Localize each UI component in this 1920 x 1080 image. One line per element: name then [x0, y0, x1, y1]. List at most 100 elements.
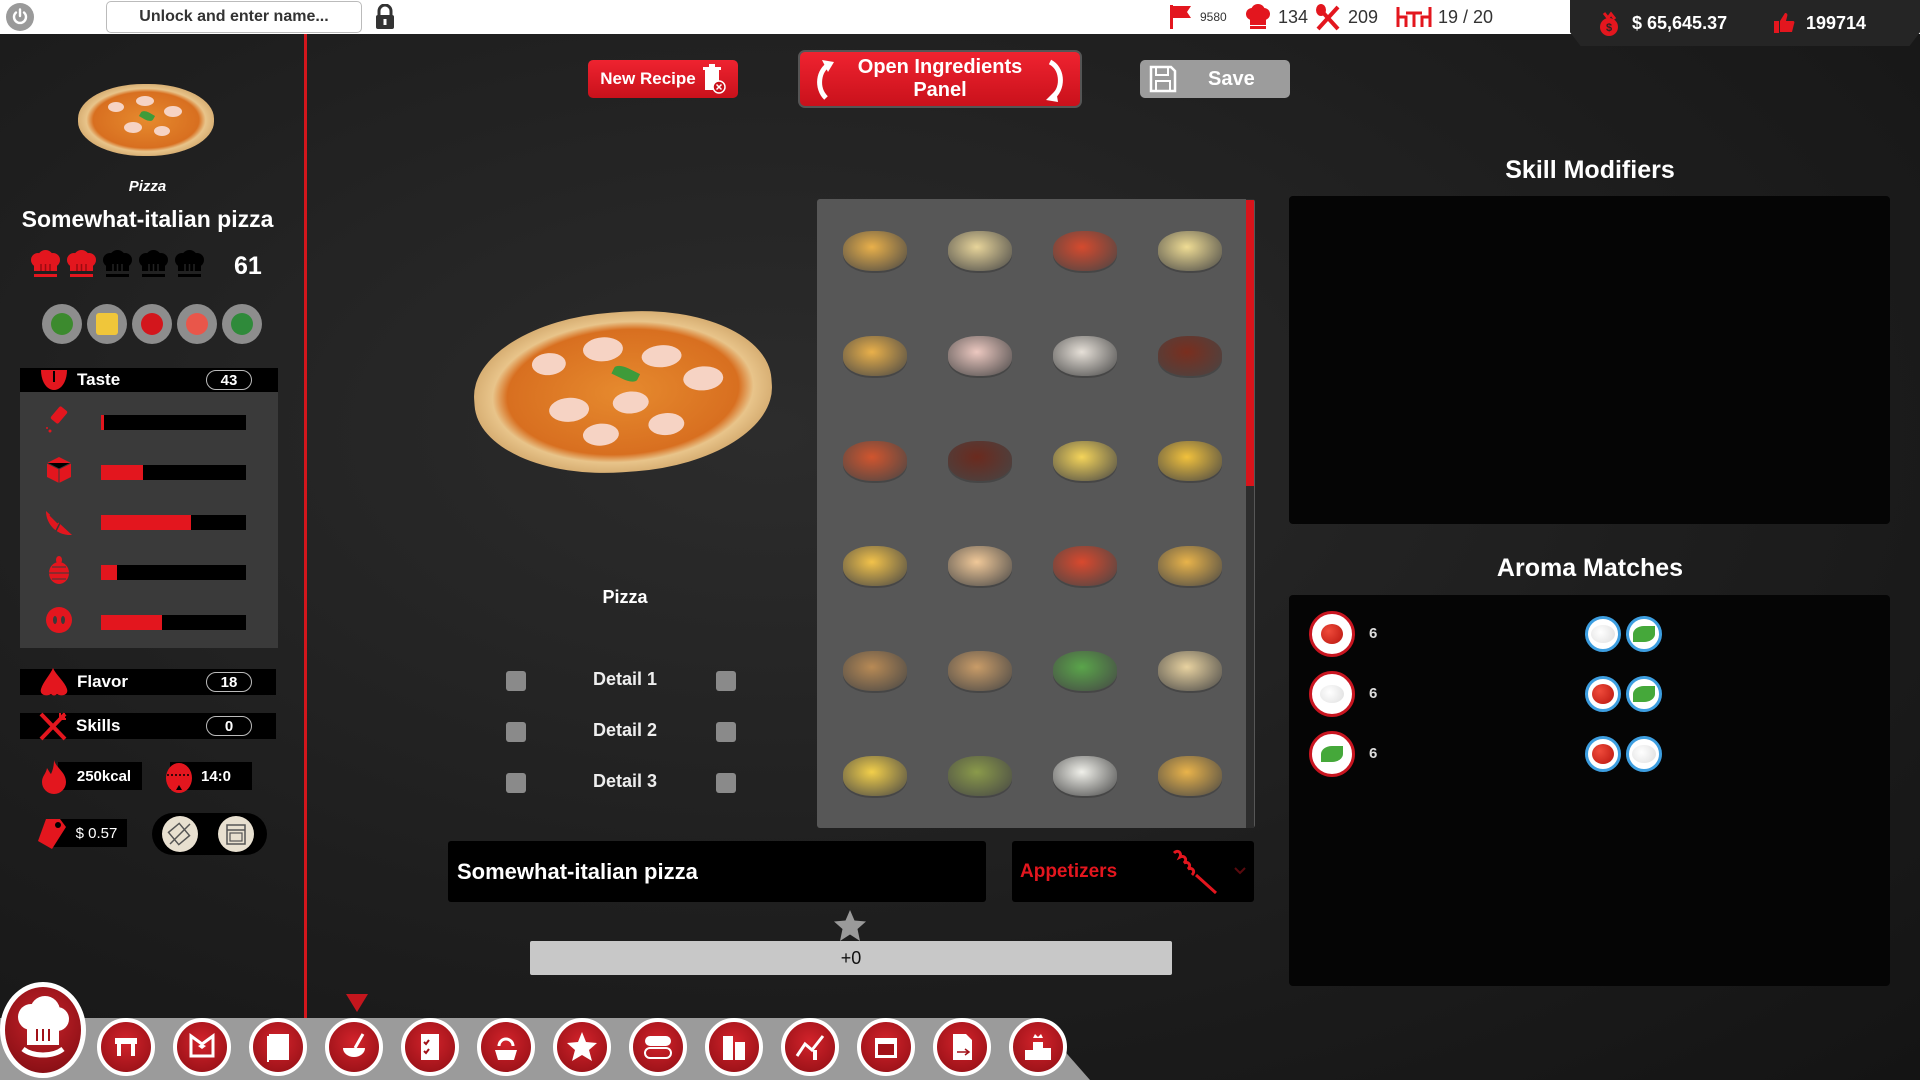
egg-timer-icon [166, 763, 192, 793]
nav-city-buildings-button[interactable] [705, 1018, 763, 1076]
vegetable-icon [42, 304, 82, 344]
detail-right-checkbox[interactable] [716, 671, 736, 691]
nav-restaurant-button[interactable] [97, 1018, 155, 1076]
calories-box: 250kcal [58, 762, 142, 790]
chef-hat-filled-icon [65, 250, 98, 285]
nav-ingredients-delivery-button[interactable] [477, 1018, 535, 1076]
dish-option-grilled-chicken[interactable] [1045, 322, 1125, 392]
floppy-disk-icon [1149, 65, 1177, 93]
oven-icon [226, 824, 246, 845]
dish-option-rice-cake[interactable] [940, 637, 1020, 707]
nav-statistics-button[interactable] [781, 1018, 839, 1076]
citrus-sour-icon [45, 511, 72, 535]
course-select[interactable]: Appetizers [1012, 841, 1254, 902]
skills-value: 0 [206, 716, 252, 736]
dish-option-steak[interactable] [1150, 322, 1230, 392]
dish-option-calzone[interactable] [940, 217, 1020, 287]
dish-option-quiche[interactable] [1150, 532, 1230, 602]
open-ingredients-panel-button[interactable]: Open Ingredients Panel [798, 50, 1082, 108]
chef-hat-icon [1246, 4, 1270, 29]
aroma-matches-panel: 6 6 6 [1289, 595, 1890, 986]
new-recipe-button[interactable]: New Recipe [588, 60, 738, 98]
utensils-icon [1316, 4, 1340, 31]
nav-rankings-button[interactable] [1009, 1018, 1067, 1076]
dish-option-cake-slice[interactable] [940, 532, 1020, 602]
chef-hat-empty-icon [101, 250, 134, 285]
dish-option-spaghetti[interactable] [835, 532, 915, 602]
dish-option-sandwich[interactable] [1150, 637, 1230, 707]
nav-chef-menu-button[interactable] [0, 982, 86, 1078]
tasks-icon [421, 1034, 439, 1060]
detail-left-checkbox[interactable] [506, 722, 526, 742]
taste-header: Taste 43 [20, 368, 278, 392]
dish-option-poke-salad[interactable] [940, 322, 1020, 392]
cheese-icon [87, 304, 127, 344]
nav-calendar-button[interactable] [857, 1018, 915, 1076]
dish-option-fish-fillet[interactable] [1045, 742, 1125, 812]
stat-chefs: 134 [1244, 0, 1308, 34]
detail-left-checkbox[interactable] [506, 773, 526, 793]
aroma-ingredient-basil[interactable] [1309, 731, 1355, 777]
restaurant-name-field[interactable]: Unlock and enter name... [106, 1, 362, 33]
diet-icons [42, 304, 262, 344]
dish-option-arancini[interactable] [835, 637, 915, 707]
sidebar-divider [304, 34, 307, 1080]
nav-tasks-button[interactable] [401, 1018, 459, 1076]
taste-bars [20, 392, 278, 648]
rotate-left-icon [817, 60, 834, 100]
dish-grid-scroll-thumb[interactable] [1246, 200, 1254, 486]
chef-rating [29, 250, 206, 285]
dish-option-chili-bowl[interactable] [940, 427, 1020, 497]
cutting-board-icon [167, 822, 191, 846]
nav-staff-button[interactable] [173, 1018, 231, 1076]
dish-option-fried-rice[interactable] [835, 742, 915, 812]
nav-reviews-button[interactable] [553, 1018, 611, 1076]
flame-icon [42, 760, 66, 794]
dish-selection-grid [817, 199, 1255, 828]
save-button[interactable]: Save [1140, 60, 1290, 98]
chef-hat-filled-icon [29, 250, 62, 285]
prep-board-button[interactable] [162, 816, 198, 852]
price-tag-icon [38, 819, 66, 849]
tongue-icon [41, 370, 67, 390]
salt-icon [46, 406, 68, 433]
taste-bar-track [101, 515, 246, 530]
dish-option-paella[interactable] [1150, 427, 1230, 497]
nav-recipes-button[interactable] [325, 1018, 383, 1076]
detail-label: Detail 2 [592, 720, 658, 740]
detail-right-checkbox[interactable] [716, 773, 736, 793]
lock-icon[interactable] [374, 4, 396, 30]
dish-option-pizza-margherita[interactable] [1045, 532, 1125, 602]
dish-option-soup-bowl[interactable] [940, 742, 1020, 812]
dish-option-empanadas-2[interactable] [835, 322, 915, 392]
dish-option-taco[interactable] [1150, 742, 1230, 812]
skewer-icon [1172, 849, 1218, 895]
dish-option-deep-dish-pizza[interactable] [1045, 217, 1125, 287]
oven-button[interactable] [218, 816, 254, 852]
detail-right-checkbox[interactable] [716, 722, 736, 742]
aroma-ingredient-mozzarella[interactable] [1309, 671, 1355, 717]
money-value: $ 65,645.37 [1632, 12, 1728, 33]
flavor-value: 18 [206, 672, 252, 692]
stat-dishes: 209 [1314, 0, 1378, 34]
city-buildings-icon [723, 1036, 745, 1060]
dish-option-empanadas[interactable] [835, 217, 915, 287]
recipe-name-input[interactable]: Somewhat-italian pizza [448, 841, 986, 902]
dish-option-green-salad[interactable] [1045, 637, 1125, 707]
aroma-ingredient-tomato[interactable] [1309, 611, 1355, 657]
taste-bar-fill [101, 465, 144, 480]
nav-settings-toggle-button[interactable] [629, 1018, 687, 1076]
nav-contracts-button[interactable] [933, 1018, 991, 1076]
aroma-match-basil [1626, 676, 1662, 712]
dish-option-ravioli[interactable] [1150, 217, 1230, 287]
power-button[interactable] [6, 3, 34, 31]
taste-bar-fill [101, 515, 191, 530]
detail-left-checkbox[interactable] [506, 671, 526, 691]
taste-bar-row [20, 555, 278, 589]
recipe-name: Somewhat-italian pizza [21, 206, 274, 232]
ingredients-delivery-icon [495, 1037, 517, 1060]
dish-option-lasagna[interactable] [835, 427, 915, 497]
nav-menu-button[interactable] [249, 1018, 307, 1076]
dish-option-omelette[interactable] [1045, 427, 1125, 497]
star-icon [834, 910, 866, 941]
